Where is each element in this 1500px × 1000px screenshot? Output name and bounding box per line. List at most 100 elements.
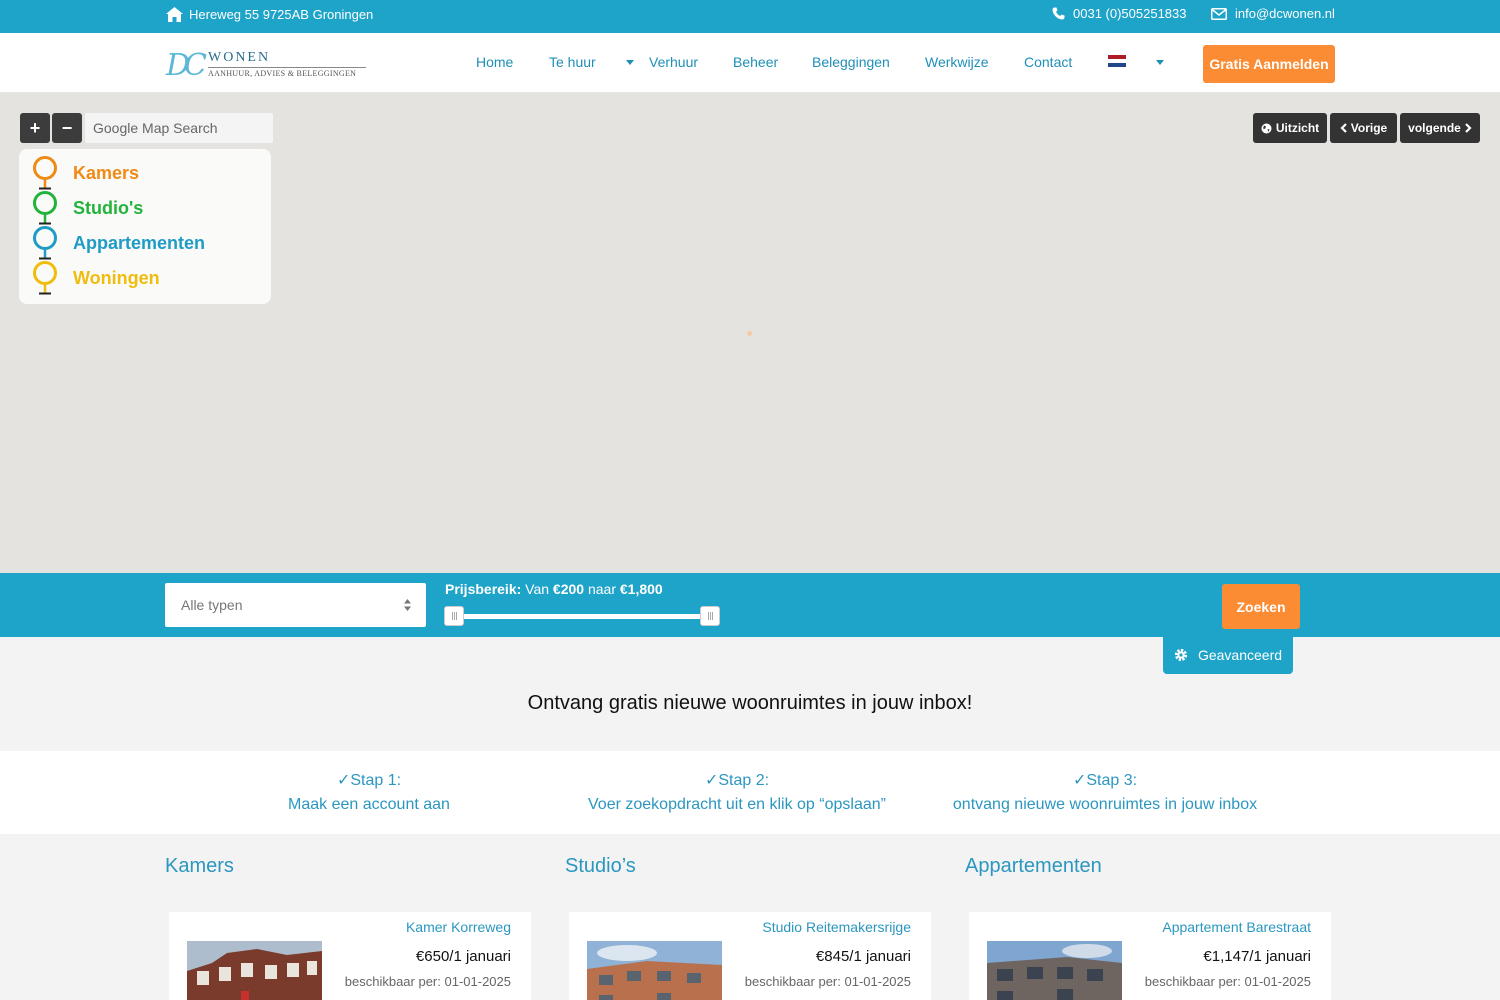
zoom-in-button[interactable]: + <box>20 113 50 143</box>
price-slider-track[interactable] <box>452 614 712 619</box>
phone-icon <box>1052 7 1065 20</box>
legend-label: Studio's <box>73 197 144 218</box>
map-legend: Kamers Studio's Appartementen Woningen <box>19 149 271 304</box>
main-navigation: DC WONEN AANHUUR, ADVIES & BELEGGINGEN H… <box>0 33 1500 93</box>
step-title: ✓Stap 3: <box>1072 772 1138 789</box>
phone-link[interactable]: 0031 (0)505251833 <box>1052 6 1187 21</box>
listing-card[interactable]: Appartement Barestraat €1,147/1 januari … <box>969 912 1331 1000</box>
logo-name: WONEN <box>208 50 271 65</box>
dutch-flag-icon[interactable] <box>1108 55 1126 67</box>
listing-availability: beschikbaar per: 01-01-2025 <box>744 974 911 989</box>
step-text: Maak een account aan <box>288 796 450 813</box>
legend-item-studios[interactable]: Studio's <box>31 191 143 225</box>
type-select[interactable]: Alle typen <box>165 583 426 627</box>
nav-werkwijze[interactable]: Werkwijze <box>925 54 989 70</box>
map-prev-label: Vorige <box>1350 121 1388 135</box>
legend-item-appartementen[interactable]: Appartementen <box>31 226 205 260</box>
map-pin-icon <box>33 191 57 225</box>
map-pin-icon <box>33 261 57 295</box>
listing-availability: beschikbaar per: 01-01-2025 <box>1144 974 1311 989</box>
step-title: ✓Stap 2: <box>704 772 770 789</box>
category-heading-appartementen[interactable]: Appartementen <box>965 855 1102 878</box>
price-max: €1,800 <box>619 581 663 597</box>
map-view-button[interactable]: Uitzicht <box>1253 113 1327 143</box>
chevron-left-icon <box>1340 123 1347 133</box>
nav-beheer[interactable]: Beheer <box>733 54 778 70</box>
listing-title[interactable]: Kamer Korreweg <box>406 919 511 935</box>
zoom-out-button[interactable]: − <box>52 113 82 143</box>
step-2: ✓Stap 2: Voer zoekopdracht uit en klik o… <box>537 769 937 817</box>
legend-item-woningen[interactable]: Woningen <box>31 261 160 295</box>
address: Hereweg 55 9725AB Groningen <box>166 7 373 22</box>
map-search-input[interactable] <box>85 113 273 143</box>
price-range-label: Prijsbereik: Van €200 naar €1,800 <box>445 581 663 597</box>
steps-section: ✓Stap 1: Maak een account aan ✓Stap 2: V… <box>0 751 1500 834</box>
step-text: ontvang nieuwe woonruimtes in jouw inbox <box>952 796 1258 813</box>
listing-price: €650/1 januari <box>415 948 511 965</box>
step-1: ✓Stap 1: Maak een account aan <box>169 769 569 817</box>
globe-icon <box>1261 123 1272 133</box>
gear-icon <box>1174 648 1188 662</box>
nav-contact[interactable]: Contact <box>1024 54 1072 70</box>
select-arrows-icon <box>404 599 411 611</box>
legend-item-kamers[interactable]: Kamers <box>31 156 139 190</box>
category-heading-kamers[interactable]: Kamers <box>165 855 234 878</box>
listing-photo[interactable] <box>187 941 322 1000</box>
category-heading-studios[interactable]: Studio’s <box>565 855 636 878</box>
listing-price: €845/1 januari <box>815 948 911 965</box>
logo-divider <box>208 67 366 68</box>
map-view-label: Uitzicht <box>1275 121 1320 135</box>
top-bar: Hereweg 55 9725AB Groningen 0031 (0)5052… <box>0 0 1500 33</box>
search-button[interactable]: Zoeken <box>1222 584 1300 629</box>
chevron-right-icon <box>1465 123 1472 133</box>
advanced-search-label: Geavanceerd <box>1197 647 1283 663</box>
signup-button[interactable]: Gratis Aanmelden <box>1203 45 1335 83</box>
advanced-search-button[interactable]: Geavanceerd <box>1163 636 1293 674</box>
map-prev-button[interactable]: Vorige <box>1330 113 1397 143</box>
listing-photo[interactable] <box>987 941 1122 1000</box>
listing-price: €1,147/1 januari <box>1203 948 1311 965</box>
step-title: ✓Stap 1: <box>336 772 402 789</box>
map-next-label: volgende <box>1408 121 1461 135</box>
email-link[interactable]: info@dcwonen.nl <box>1211 6 1335 21</box>
step-3: ✓Stap 3: ontvang nieuwe woonruimtes in j… <box>905 769 1305 817</box>
language-dropdown-icon[interactable] <box>1156 60 1164 65</box>
email-text: info@dcwonen.nl <box>1235 6 1335 21</box>
legend-label: Woningen <box>73 267 160 288</box>
listing-title[interactable]: Appartement Barestraat <box>1162 919 1311 935</box>
price-from-word: Van <box>525 581 550 597</box>
listing-photo[interactable] <box>587 941 722 1000</box>
map[interactable]: + − Kamers Studio's Appartementen Woning… <box>0 93 1500 573</box>
home-icon <box>166 7 183 22</box>
listing-availability: beschikbaar per: 01-01-2025 <box>344 974 511 989</box>
newsletter-headline: Ontvang gratis nieuwe woonruimtes in jou… <box>527 692 973 714</box>
property-search-bar: Alle typen Prijsbereik: Van €200 naar €1… <box>0 573 1500 637</box>
logo-mark: DC <box>166 48 207 83</box>
price-range-title: Prijsbereik: <box>445 581 522 597</box>
envelope-icon <box>1211 7 1227 20</box>
map-pin-icon <box>33 226 57 260</box>
te-huur-dropdown-icon[interactable] <box>626 60 634 65</box>
map-next-button[interactable]: volgende <box>1400 113 1480 143</box>
legend-label: Kamers <box>73 162 140 183</box>
listing-card[interactable]: Studio Reitemakersrijge €845/1 januari b… <box>569 912 931 1000</box>
type-select-value: Alle typen <box>181 597 243 613</box>
map-pin-icon <box>33 156 57 190</box>
map-loading-dot <box>747 331 752 336</box>
nav-home[interactable]: Home <box>476 54 513 70</box>
logo-tagline: AANHUUR, ADVIES & BELEGGINGEN <box>208 69 357 78</box>
step-text: Voer zoekopdracht uit en klik op “opslaa… <box>588 796 886 813</box>
price-min: €200 <box>552 581 585 597</box>
listing-card[interactable]: Kamer Korreweg €650/1 januari beschikbaa… <box>169 912 531 1000</box>
nav-verhuur[interactable]: Verhuur <box>649 54 698 70</box>
phone-text: 0031 (0)505251833 <box>1073 6 1187 21</box>
logo[interactable]: DC WONEN AANHUUR, ADVIES & BELEGGINGEN <box>166 49 371 83</box>
address-text: Hereweg 55 9725AB Groningen <box>189 7 374 22</box>
nav-te-huur[interactable]: Te huur <box>549 54 596 70</box>
price-slider-max-handle[interactable] <box>700 606 720 626</box>
price-slider-min-handle[interactable] <box>444 606 464 626</box>
nav-beleggingen[interactable]: Beleggingen <box>812 54 890 70</box>
listing-title[interactable]: Studio Reitemakersrijge <box>762 919 911 935</box>
price-to-word: naar <box>587 581 616 597</box>
legend-label: Appartementen <box>73 232 206 253</box>
